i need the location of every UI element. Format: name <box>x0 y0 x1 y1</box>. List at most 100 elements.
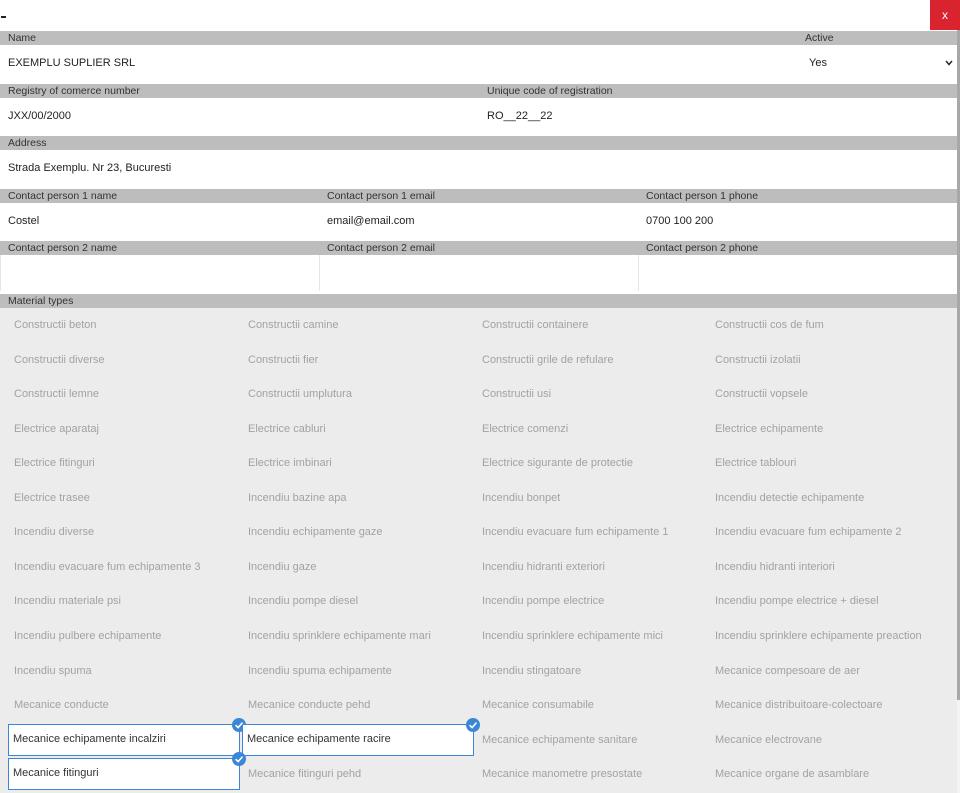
material-type-option[interactable]: Incendiu diverse <box>8 516 240 548</box>
contact1-phone-label: Contact person 1 phone <box>638 189 957 203</box>
material-type-option[interactable]: Incendiu pulbere echipamente <box>8 620 240 652</box>
material-type-option[interactable]: Incendiu spuma <box>8 655 240 687</box>
material-type-label: Constructii fier <box>248 353 319 366</box>
address-label: Address <box>0 136 957 150</box>
material-type-option[interactable]: Constructii containere <box>476 309 708 341</box>
material-type-option[interactable]: Mecanice distribuitoare-colectoare <box>709 689 941 721</box>
contact1-email-input[interactable]: email@email.com <box>319 203 638 239</box>
material-type-option[interactable]: Constructii fier <box>242 344 474 376</box>
material-type-option[interactable]: Mecanice echipamente racire <box>242 717 480 756</box>
material-type-label: Incendiu evacuare fum echipamente 3 <box>14 560 201 573</box>
material-type-option[interactable]: Incendiu detectie echipamente <box>709 482 941 514</box>
material-type-option[interactable]: Constructii diverse <box>8 344 240 376</box>
material-type-option[interactable]: Incendiu pompe electrice + diesel <box>709 585 941 617</box>
address-input[interactable]: Strada Exemplu. Nr 23, Bucuresti <box>0 150 957 186</box>
material-type-option[interactable]: Constructii beton <box>8 309 240 341</box>
material-type-option[interactable]: Mecanice compesoare de aer <box>709 655 941 687</box>
contact2-phone-field: Contact person 2 phone <box>638 241 957 291</box>
unique-code-input[interactable]: RO__22__22 <box>479 98 957 134</box>
material-type-label: Incendiu spuma echipamente <box>248 664 392 677</box>
material-type-option[interactable]: Constructii cos de fum <box>709 309 941 341</box>
material-type-label: Mecanice fitinguri pehd <box>248 768 362 781</box>
material-type-option[interactable]: Mecanice electrovane <box>709 724 941 756</box>
address-field: Address Strada Exemplu. Nr 23, Bucuresti <box>0 136 957 186</box>
material-type-option[interactable]: Incendiu evacuare fum echipamente 3 <box>8 551 240 583</box>
material-type-option[interactable]: Incendiu echipamente gaze <box>242 516 474 548</box>
material-type-option[interactable]: Incendiu sprinklere echipamente preactio… <box>709 620 941 652</box>
material-type-option[interactable]: Mecanice fitinguri <box>8 752 246 791</box>
material-type-option[interactable]: Mecanice echipamente incalziri <box>8 717 246 756</box>
material-type-label: Electrice sigurante de protectie <box>482 457 634 470</box>
material-type-label: Incendiu evacuare fum echipamente 2 <box>715 526 902 539</box>
material-type-option[interactable]: Constructii umplutura <box>242 378 474 410</box>
material-type-option[interactable]: Incendiu gaze <box>242 551 474 583</box>
material-type-label: Electrice aparataj <box>14 422 99 435</box>
material-type-option[interactable]: Incendiu pompe electrice <box>476 585 708 617</box>
material-type-label: Constructii izolatii <box>715 353 801 366</box>
material-type-option[interactable]: Incendiu evacuare fum echipamente 1 <box>476 516 708 548</box>
material-type-option[interactable]: Incendiu spuma echipamente <box>242 655 474 687</box>
material-type-label: Incendiu gaze <box>248 560 317 573</box>
active-select[interactable]: Yes <box>797 45 957 81</box>
material-type-label: Constructii usi <box>482 388 552 401</box>
material-type-option[interactable]: Incendiu sprinklere echipamente mici <box>476 620 708 652</box>
material-type-option[interactable]: Incendiu hidranti interiori <box>709 551 941 583</box>
material-type-option[interactable]: Electrice imbinari <box>242 447 474 479</box>
material-type-option[interactable]: Mecanice echipamente sanitare <box>476 724 708 756</box>
contact2-email-label: Contact person 2 email <box>319 241 638 255</box>
material-type-option[interactable]: Incendiu bonpet <box>476 482 708 514</box>
material-type-option[interactable]: Mecanice consumabile <box>476 689 708 721</box>
material-type-label: Mecanice conducte <box>14 699 109 712</box>
contact2-email-field: Contact person 2 email <box>319 241 638 291</box>
material-type-option[interactable]: Electrice comenzi <box>476 413 708 445</box>
material-type-option[interactable]: Incendiu pompe diesel <box>242 585 474 617</box>
material-type-option[interactable]: Incendiu hidranti exteriori <box>476 551 708 583</box>
material-type-option[interactable]: Incendiu stingatoare <box>476 655 708 687</box>
material-type-label: Mecanice conducte pehd <box>248 699 371 712</box>
material-type-option[interactable]: Electrice trasee <box>8 482 240 514</box>
material-type-option[interactable]: Electrice cabluri <box>242 413 474 445</box>
contact2-phone-input[interactable] <box>638 255 957 291</box>
active-selected-value: Yes <box>809 57 827 69</box>
contact2-email-input[interactable] <box>319 255 638 291</box>
close-button[interactable]: x <box>930 0 960 30</box>
contact1-phone-input[interactable]: 0700 100 200 <box>638 203 957 239</box>
contact1-name-label: Contact person 1 name <box>0 189 319 203</box>
material-type-option[interactable]: Constructii lemne <box>8 378 240 410</box>
contact1-name-input[interactable]: Costel <box>0 203 319 239</box>
material-type-option[interactable]: Mecanice manometre presostate <box>476 758 708 790</box>
material-type-option[interactable]: Mecanice conducte <box>8 689 240 721</box>
material-type-option[interactable]: Electrice sigurante de protectie <box>476 447 708 479</box>
material-type-option[interactable]: Electrice echipamente <box>709 413 941 445</box>
material-type-label: Incendiu hidranti interiori <box>715 560 835 573</box>
material-type-option[interactable]: Electrice fitinguri <box>8 447 240 479</box>
minimize-icon[interactable] <box>1 16 6 18</box>
name-input[interactable]: EXEMPLU SUPLIER SRL <box>0 45 797 81</box>
material-type-label: Incendiu spuma <box>14 664 92 677</box>
material-type-option[interactable]: Constructii usi <box>476 378 708 410</box>
material-type-option[interactable]: Incendiu materiale psi <box>8 585 240 617</box>
material-type-option[interactable]: Constructii grile de refulare <box>476 344 708 376</box>
material-type-label: Incendiu materiale psi <box>14 595 122 608</box>
material-type-label: Mecanice compesoare de aer <box>715 664 860 677</box>
material-type-option[interactable]: Incendiu sprinklere echipamente mari <box>242 620 474 652</box>
material-type-label: Electrice echipamente <box>715 422 824 435</box>
material-type-option[interactable]: Incendiu bazine apa <box>242 482 474 514</box>
registry-input[interactable]: JXX/00/2000 <box>0 98 479 134</box>
material-type-option[interactable]: Electrice aparataj <box>8 413 240 445</box>
material-type-label: Mecanice echipamente sanitare <box>482 733 638 746</box>
material-type-option[interactable]: Mecanice fitinguri pehd <box>242 758 474 790</box>
active-label: Active <box>797 31 957 45</box>
material-type-option[interactable]: Incendiu evacuare fum echipamente 2 <box>709 516 941 548</box>
material-type-option[interactable]: Constructii izolatii <box>709 344 941 376</box>
contact2-name-input[interactable] <box>0 255 319 291</box>
material-type-option[interactable]: Constructii vopsele <box>709 378 941 410</box>
material-type-option[interactable]: Mecanice organe de asamblare <box>709 758 941 790</box>
material-type-label: Constructii containere <box>482 319 589 331</box>
material-type-label: Mecanice echipamente incalziri <box>13 732 166 745</box>
material-type-label: Electrice tablouri <box>715 457 797 470</box>
contact2-name-field: Contact person 2 name <box>0 241 319 291</box>
material-type-option[interactable]: Mecanice conducte pehd <box>242 689 474 721</box>
material-type-option[interactable]: Electrice tablouri <box>709 447 941 479</box>
material-type-option[interactable]: Constructii camine <box>242 309 474 341</box>
